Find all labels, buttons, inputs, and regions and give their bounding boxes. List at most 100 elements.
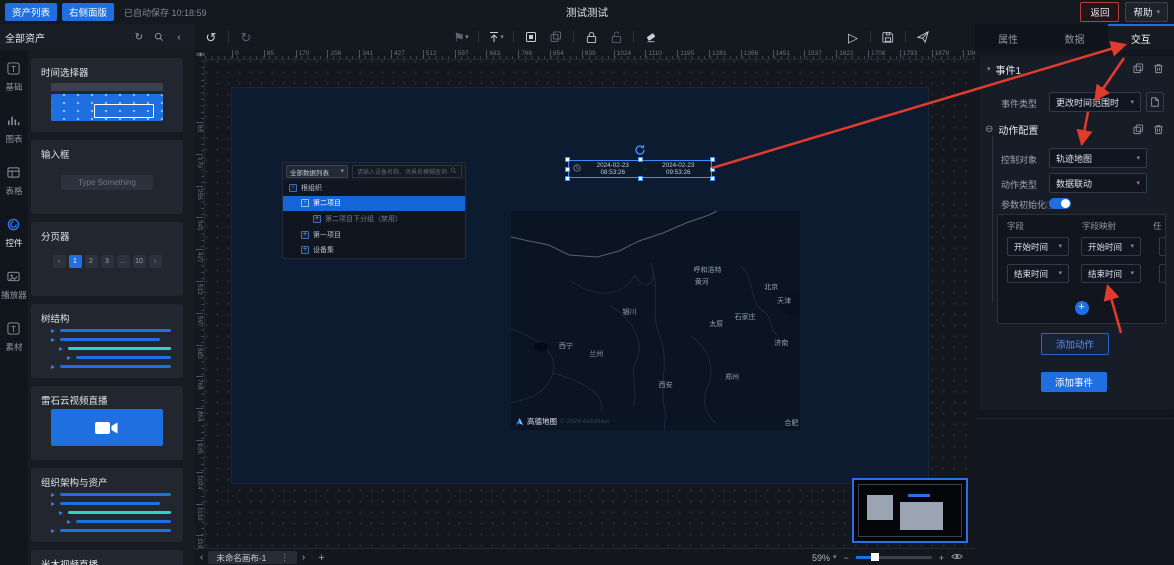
component-card[interactable]: 米木视频直播 [31,550,183,565]
event-code-button[interactable] [1146,92,1164,112]
add-page-button[interactable]: + [318,552,324,564]
add-event-button[interactable]: 添加事件 [1041,372,1107,392]
align-top-icon[interactable]: ▾ [488,29,504,45]
extra-select[interactable] [1159,237,1166,256]
tab-属性[interactable]: 属性 [975,24,1041,50]
next-page-icon[interactable]: › [297,552,310,563]
sidebar-item-素材[interactable]: T素材 [5,322,22,353]
action-section-header[interactable]: ⊖ 动作配置 [985,122,1038,137]
date-range-picker-selection[interactable]: 2024-02-23 08:53:26 - 2024-02-23 09:53:2… [568,160,712,178]
sidebar-item-基础[interactable]: T基础 [5,62,22,93]
play-icon[interactable]: ▷ [845,29,861,45]
page-button[interactable]: ... [117,255,130,268]
target-select[interactable]: 轨迹地图 ▾ [1049,148,1147,168]
page-button[interactable]: 1 [69,255,82,268]
resize-handle[interactable] [565,167,570,172]
zoom-in-button[interactable]: + [939,553,944,563]
component-card[interactable]: 时间选择器 [31,58,183,132]
zoom-out-button[interactable]: − [843,553,848,563]
resize-handle[interactable] [710,167,715,172]
collapse-left-icon[interactable]: ‹ [173,31,185,43]
flag-icon[interactable]: ⚑▾ [453,29,469,45]
org-tree-widget[interactable]: 全部数据列表 ▾ 请输入设备名称、场景名模糊查询 -根组织-第二项目+第二项目下… [283,163,465,258]
component-card[interactable]: 分页器‹123...10› [31,222,183,296]
lock-icon[interactable] [583,29,599,45]
component-card[interactable]: 组织架构与资产 [31,468,183,542]
canvas-page-tab[interactable]: 未命名画布-1 ⋮ [208,551,297,564]
tree-node[interactable]: -根组织 [283,180,465,196]
frame-icon[interactable] [523,29,539,45]
undo-icon[interactable]: ↺ [203,29,219,45]
rotate-handle-icon[interactable] [634,144,646,156]
trajectory-map-widget[interactable]: 呼和浩特黄河北京天津银川石家庄太原济南西宁兰州郑州西安合肥 高德地图 © 202… [511,211,800,430]
extra-select[interactable] [1159,264,1166,283]
help-button[interactable]: 帮助 ▾ [1125,2,1168,22]
tab-交互[interactable]: 交互 [1108,24,1174,50]
asset-list-button[interactable]: 资产列表 [5,3,57,21]
add-mapping-row-button[interactable]: + [1075,301,1089,315]
refresh-icon[interactable]: ↻ [133,31,145,43]
page-button[interactable]: › [149,255,162,268]
tab-数据[interactable]: 数据 [1041,24,1107,50]
search-icon[interactable] [153,31,165,43]
tree-expander-icon[interactable]: + [313,215,321,223]
mapped-field-select[interactable]: 开始时间▾ [1081,237,1141,256]
collapse-circle-icon[interactable]: ⊖ [985,124,993,135]
ruler-eye-icon[interactable] [195,50,205,59]
save-icon[interactable] [880,29,896,45]
field-select[interactable]: 开始时间▾ [1007,237,1069,256]
event-section-header[interactable]: ▾ 事件1 [987,62,1021,77]
zoom-slider[interactable] [856,556,932,559]
param-init-toggle[interactable] [1049,198,1071,209]
page-button[interactable]: 10 [133,255,146,268]
tree-expander-icon[interactable]: - [301,199,309,207]
sidebar-item-图表[interactable]: 图表 [5,114,22,145]
tree-expander-icon[interactable]: + [301,231,309,239]
editor-canvas[interactable]: 0851702563414275125976837688549391024111… [195,50,975,548]
page-button[interactable]: 3 [101,255,114,268]
page-button[interactable]: ‹ [53,255,66,268]
prev-page-icon[interactable]: ‹ [195,552,208,563]
copy-icon[interactable] [548,29,564,45]
redo-icon[interactable]: ↻ [238,29,254,45]
tree-node[interactable]: -第二项目 [283,196,465,212]
trash-icon[interactable] [1153,124,1164,135]
tree-expander-icon[interactable]: + [301,246,309,254]
trash-icon[interactable] [1153,63,1164,74]
resize-handle[interactable] [565,157,570,162]
tree-expander-icon[interactable]: - [289,184,297,192]
resize-handle[interactable] [710,157,715,162]
preview-eye-icon[interactable] [951,552,963,563]
copy-icon[interactable] [1133,124,1144,135]
mapped-field-select[interactable]: 结束时间▾ [1081,264,1141,283]
sidebar-item-播放器[interactable]: 播放器 [1,270,27,301]
component-card[interactable]: 树结构 [31,304,183,378]
back-button[interactable]: 返回 [1080,2,1119,22]
right-panel-button[interactable]: 右侧面版 [62,3,114,21]
resize-handle[interactable] [710,176,715,181]
tree-filter-select[interactable]: 全部数据列表 ▾ [286,165,348,178]
minimap[interactable] [852,478,968,543]
component-card[interactable]: 雷石云视频直播 [31,386,183,460]
copy-icon[interactable] [1133,63,1144,74]
action-type-select[interactable]: 数据联动 ▾ [1049,173,1147,193]
resize-handle[interactable] [638,176,643,181]
tree-node[interactable]: +设备集 [283,242,465,258]
tree-node[interactable]: +第二项目下分组（禁用） [283,211,465,227]
sidebar-item-表格[interactable]: 表格 [5,166,22,197]
unlock-icon[interactable] [608,29,624,45]
add-action-button[interactable]: 添加动作 [1041,333,1109,355]
event-type-select[interactable]: 更改时间范围时 ▾ [1049,92,1141,112]
resize-handle[interactable] [565,176,570,181]
resize-handle[interactable] [638,157,643,162]
tree-node[interactable]: +第一项目 [283,227,465,243]
zoom-level-select[interactable]: 59% ▾ [812,553,837,563]
page-button[interactable]: 2 [85,255,98,268]
tab-menu-icon[interactable]: ⋮ [280,552,289,563]
sidebar-item-控件[interactable]: 控件 [5,218,22,249]
publish-icon[interactable] [915,29,931,45]
field-select[interactable]: 结束时间▾ [1007,264,1069,283]
component-card[interactable]: 输入框Type Something [31,140,183,214]
tree-search-input[interactable]: 请输入设备名称、场景名模糊查询 [352,165,462,178]
eraser-icon[interactable] [643,29,659,45]
